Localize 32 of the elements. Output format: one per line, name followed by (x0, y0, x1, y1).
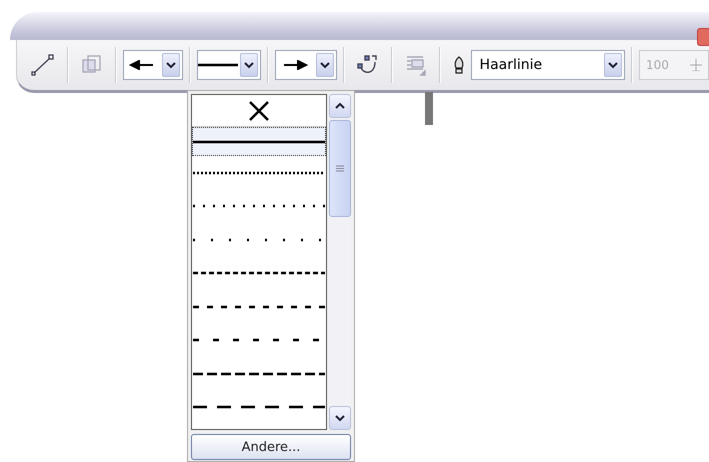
line-style-dropdown[interactable] (196, 50, 261, 80)
arrow-left-icon (128, 60, 155, 70)
line-node-icon[interactable] (31, 54, 55, 76)
ruler-marker (425, 92, 433, 125)
arrow-right-icon (282, 60, 308, 70)
outline-width-dropdown[interactable]: Haarlinie (470, 50, 626, 80)
caret-icon (608, 61, 618, 69)
line-style-preview (198, 63, 238, 67)
caret-icon (166, 61, 176, 69)
line-pattern-icon (193, 140, 326, 144)
pen-nib-icon (452, 56, 465, 74)
caret-icon (244, 61, 254, 69)
spin-icon (690, 59, 702, 71)
scroll-up-button[interactable] (329, 94, 351, 118)
no-line-icon (248, 100, 270, 122)
curve-icon[interactable] (356, 54, 379, 76)
end-arrow-dropdown[interactable] (274, 50, 337, 80)
more-button[interactable]: Andere... (191, 434, 351, 460)
caret-icon (320, 61, 330, 69)
grip-icon (336, 165, 344, 172)
line-pattern-icon (193, 372, 326, 376)
scale-value: 100 (646, 58, 669, 72)
start-arrow-dropdown[interactable] (122, 50, 183, 80)
line-pattern-icon (193, 304, 326, 309)
line-pattern-icon (193, 271, 326, 276)
scroll-down-button[interactable] (329, 406, 351, 430)
scroll-thumb[interactable] (329, 120, 351, 217)
line-style-option[interactable] (192, 127, 326, 156)
line-pattern-icon (193, 204, 326, 208)
outline-width-value: Haarlinie (478, 57, 544, 73)
line-pattern-icon (193, 405, 326, 410)
line-pattern-icon (193, 170, 326, 175)
